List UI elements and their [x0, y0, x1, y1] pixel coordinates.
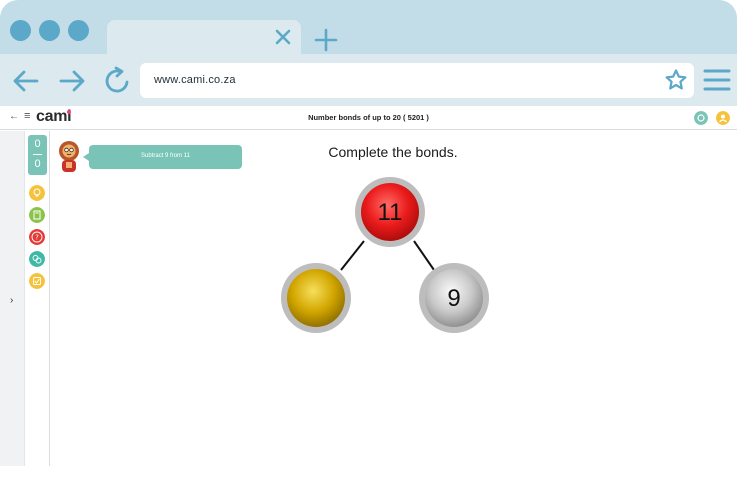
back-arrow-icon[interactable] [11, 66, 41, 96]
hint-text: Subtract 9 from 11 [141, 153, 190, 159]
browser-tab[interactable] [107, 20, 301, 54]
hint-bubble: Subtract 9 from 11 [83, 145, 242, 169]
menu-icon[interactable] [703, 67, 731, 93]
reload-icon[interactable] [103, 66, 133, 96]
url-text: www.cami.co.za [154, 74, 236, 86]
bond-link-right [413, 240, 435, 271]
tools-column: 0 0 ? [25, 131, 50, 466]
settings-icon[interactable] [694, 111, 708, 125]
part-right-value: 9 [447, 285, 461, 312]
lion-mascot-icon [59, 141, 79, 172]
calculator-icon[interactable] [29, 207, 45, 223]
score-correct: 0 [34, 138, 41, 150]
window-minimize-dot[interactable] [39, 20, 60, 41]
new-tab-icon[interactable] [314, 28, 338, 52]
check-icon[interactable] [29, 273, 45, 289]
window-maximize-dot[interactable] [68, 20, 89, 41]
window-close-dot[interactable] [10, 20, 31, 41]
profile-icon[interactable] [716, 111, 730, 125]
bond-link-left [340, 240, 365, 271]
score-total: 0 [34, 158, 41, 170]
score-badge: 0 0 [28, 135, 47, 175]
app-header: ← ≡ cami Number bonds of up to 20 ( 5201… [0, 106, 737, 130]
address-bar[interactable]: www.cami.co.za [140, 63, 694, 98]
lightbulb-icon[interactable] [29, 185, 45, 201]
instruction-text: Complete the bonds. [328, 144, 458, 160]
svg-text:?: ? [35, 233, 39, 241]
forward-arrow-icon[interactable] [57, 66, 87, 96]
chat-icon[interactable] [29, 251, 45, 267]
page-title: Number bonds of up to 20 ( 5201 ) [308, 113, 429, 122]
close-icon[interactable] [274, 28, 292, 46]
score-divider [33, 154, 42, 155]
part-left-ball[interactable] [281, 263, 351, 333]
chevron-right-icon[interactable]: › [10, 295, 13, 306]
help-icon[interactable]: ? [29, 229, 45, 245]
whole-value: 11 [377, 199, 403, 226]
bookmark-star-icon[interactable] [664, 68, 688, 92]
browser-window: www.cami.co.za ← ≡ cami Number bonds of … [0, 0, 737, 466]
web-page: ← ≡ cami Number bonds of up to 20 ( 5201… [0, 106, 737, 466]
collapsed-sidebar: › [0, 131, 25, 466]
